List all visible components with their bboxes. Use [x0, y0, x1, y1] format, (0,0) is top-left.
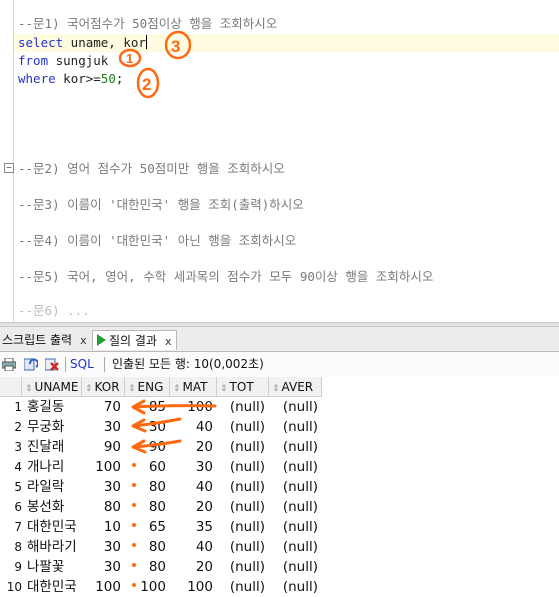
annotation-circle-3: 3 [164, 30, 192, 60]
annotation-arrow-row-1 [131, 399, 217, 415]
annotation-arrow-row-3 [131, 439, 182, 454]
annotation-dot [132, 503, 136, 507]
annotation-dot [132, 463, 136, 467]
query-result-grid[interactable]: ⇕ UNAME ⇕ KOR ⇕ ENG ⇕ MAT ⇕ TOT ⇕ AVER 1 홍길동 70 8… [0, 377, 559, 595]
annotation-label-3: 3 [171, 37, 180, 56]
output-tab-bar: 스크립트 출력 x 질의 결과 x [0, 327, 559, 352]
annotation-dot [132, 523, 136, 527]
tab-script-output-label: 스크립트 출력 [2, 333, 73, 347]
refresh-icon[interactable] [24, 358, 38, 371]
annotation-dot [132, 483, 136, 487]
annotation-arrow-row-2 [131, 417, 182, 433]
tab-script-output[interactable]: 스크립트 출력 x [0, 330, 91, 350]
result-toolbar: SQL 인출된 모든 행: 10(0,002초) [0, 352, 559, 378]
annotation-label-1: 1 [126, 51, 133, 66]
close-icon[interactable]: x [80, 334, 87, 347]
annotation-dot [132, 543, 136, 547]
delete-icon[interactable] [45, 358, 59, 371]
toolbar-separator [104, 357, 105, 372]
run-icon [97, 334, 106, 346]
sql-button[interactable]: SQL [70, 352, 94, 377]
grid-annotation-layer [131, 399, 217, 587]
tab-query-result-label: 질의 결과 [109, 334, 157, 348]
annotation-dot [132, 563, 136, 567]
annotation-label-2: 2 [142, 75, 151, 94]
orange-dots [132, 463, 136, 587]
sql-worksheet-editor[interactable]: --문1) 국어점수가 50점이상 행을 조회하시오 select uname,… [0, 0, 559, 322]
print-icon[interactable] [2, 358, 16, 371]
fetch-status: 인출된 모든 행: 10(0,002초) [112, 357, 264, 371]
annotation-dot [132, 583, 136, 587]
annotation-circle-1: 1 [118, 48, 142, 68]
toolbar-separator [65, 357, 66, 372]
annotation-layer: 1 2 3 [118, 30, 192, 99]
close-icon[interactable]: x [165, 335, 172, 348]
tab-query-result[interactable]: 질의 결과 x [92, 330, 177, 350]
annotation-circle-2: 2 [136, 67, 160, 99]
